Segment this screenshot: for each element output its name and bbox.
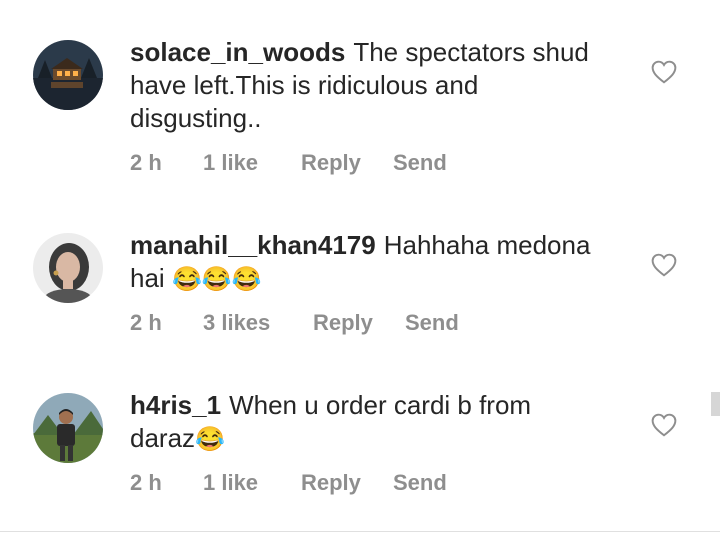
comment-time: 2 h: [130, 470, 162, 495]
comment-username[interactable]: solace_in_woods: [130, 37, 345, 67]
comment-text: h4ris_1 When u order cardi b from daraz😂: [130, 389, 600, 456]
comment-meta: 2 h 3 likes Reply Send: [130, 310, 459, 336]
like-count[interactable]: 3 likes: [203, 310, 313, 336]
comment-username[interactable]: manahil__khan4179: [130, 230, 376, 260]
comment-username[interactable]: h4ris_1: [130, 390, 221, 420]
scrollbar-thumb[interactable]: [711, 392, 720, 416]
heart-outline-icon[interactable]: [651, 253, 677, 277]
comment-text: solace_in_woods The spectators shud have …: [130, 36, 600, 135]
like-count[interactable]: 1 like: [203, 470, 301, 496]
comment-meta: 2 h 1 like Reply Send: [130, 470, 447, 496]
reply-button[interactable]: Reply: [301, 470, 393, 496]
comment-time: 2 h: [130, 150, 162, 175]
reply-button[interactable]: Reply: [301, 150, 393, 176]
send-button[interactable]: Send: [393, 470, 447, 496]
comment-meta: 2 h 1 like Reply Send: [130, 150, 447, 176]
heart-outline-icon[interactable]: [651, 60, 677, 84]
comment-text: manahil__khan4179 Hahhaha medona hai 😂😂😂: [130, 229, 600, 296]
divider: [0, 531, 720, 532]
send-button[interactable]: Send: [405, 310, 459, 336]
send-button[interactable]: Send: [393, 150, 447, 176]
avatar[interactable]: [33, 233, 103, 303]
avatar[interactable]: [33, 40, 103, 110]
emoji-text: 😂😂😂: [171, 266, 262, 293]
reply-button[interactable]: Reply: [313, 310, 405, 336]
heart-outline-icon[interactable]: [651, 413, 677, 437]
emoji-text: 😂: [195, 426, 225, 453]
comment-time: 2 h: [130, 310, 162, 335]
like-count[interactable]: 1 like: [203, 150, 301, 176]
avatar[interactable]: [33, 393, 103, 463]
